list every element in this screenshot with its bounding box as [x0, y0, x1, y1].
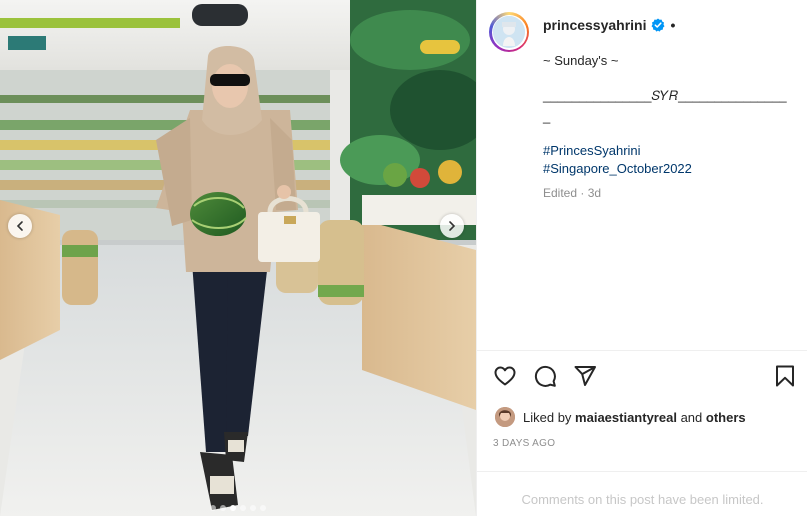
next-image-button[interactable]	[440, 214, 464, 238]
carousel-dot	[230, 505, 236, 511]
post-time-ago[interactable]: 3 DAYS AGO	[493, 438, 555, 449]
hashtag-list: #PrincesSyahrini #Singapore_October2022	[543, 142, 692, 178]
chevron-right-icon	[449, 221, 456, 231]
liker-username[interactable]: maiaestiantyreal	[575, 410, 677, 425]
heart-icon	[494, 366, 516, 386]
carousel-dot	[240, 505, 246, 511]
verified-badge-icon	[651, 18, 664, 32]
carousel-dot	[220, 505, 226, 511]
comments-limited-notice: Comments on this post have been limited.	[521, 492, 764, 507]
hashtag-link[interactable]: #Singapore_October2022	[543, 160, 692, 178]
separator-dot: •	[670, 17, 676, 33]
caption-line: ~ Sunday's ~	[543, 53, 619, 68]
caption-signature-line: _______________𝑆𝑌𝑅_______________	[543, 88, 787, 103]
divider	[477, 471, 807, 472]
carousel-dot	[210, 505, 216, 511]
avatar[interactable]	[489, 12, 529, 52]
edited-timestamp[interactable]: Edited · 3d	[543, 184, 601, 202]
username[interactable]: princessyahrini	[543, 17, 647, 33]
post-media[interactable]	[0, 0, 476, 516]
save-button[interactable]	[773, 364, 797, 388]
liker-avatar[interactable]	[495, 407, 515, 427]
divider	[477, 350, 807, 351]
comment-button[interactable]	[533, 364, 557, 388]
paper-plane-icon	[574, 366, 596, 386]
post-photo	[0, 0, 476, 516]
like-button[interactable]	[493, 364, 517, 388]
carousel-dot	[260, 505, 266, 511]
likes-others-link[interactable]: others	[706, 410, 746, 425]
hashtag-link[interactable]: #PrincesSyahrini	[543, 142, 692, 160]
bookmark-icon	[776, 365, 794, 387]
post-sidebar: princessyahrini • ~ Sunday's ~ _________…	[476, 0, 807, 516]
action-bar	[491, 364, 797, 390]
likes-and: and	[676, 409, 706, 425]
caption-line: _	[543, 109, 551, 124]
profile-picture	[493, 16, 525, 48]
comment-icon	[534, 365, 556, 387]
carousel-indicator	[0, 505, 476, 511]
carousel-dot	[250, 505, 256, 511]
previous-image-button[interactable]	[8, 214, 32, 238]
post-header: princessyahrini •	[489, 12, 799, 52]
share-button[interactable]	[573, 364, 597, 388]
likes-prefix: Liked by	[523, 409, 576, 425]
chevron-left-icon	[16, 221, 23, 231]
likes-summary: Liked by maiaestiantyreal and others	[495, 407, 746, 427]
